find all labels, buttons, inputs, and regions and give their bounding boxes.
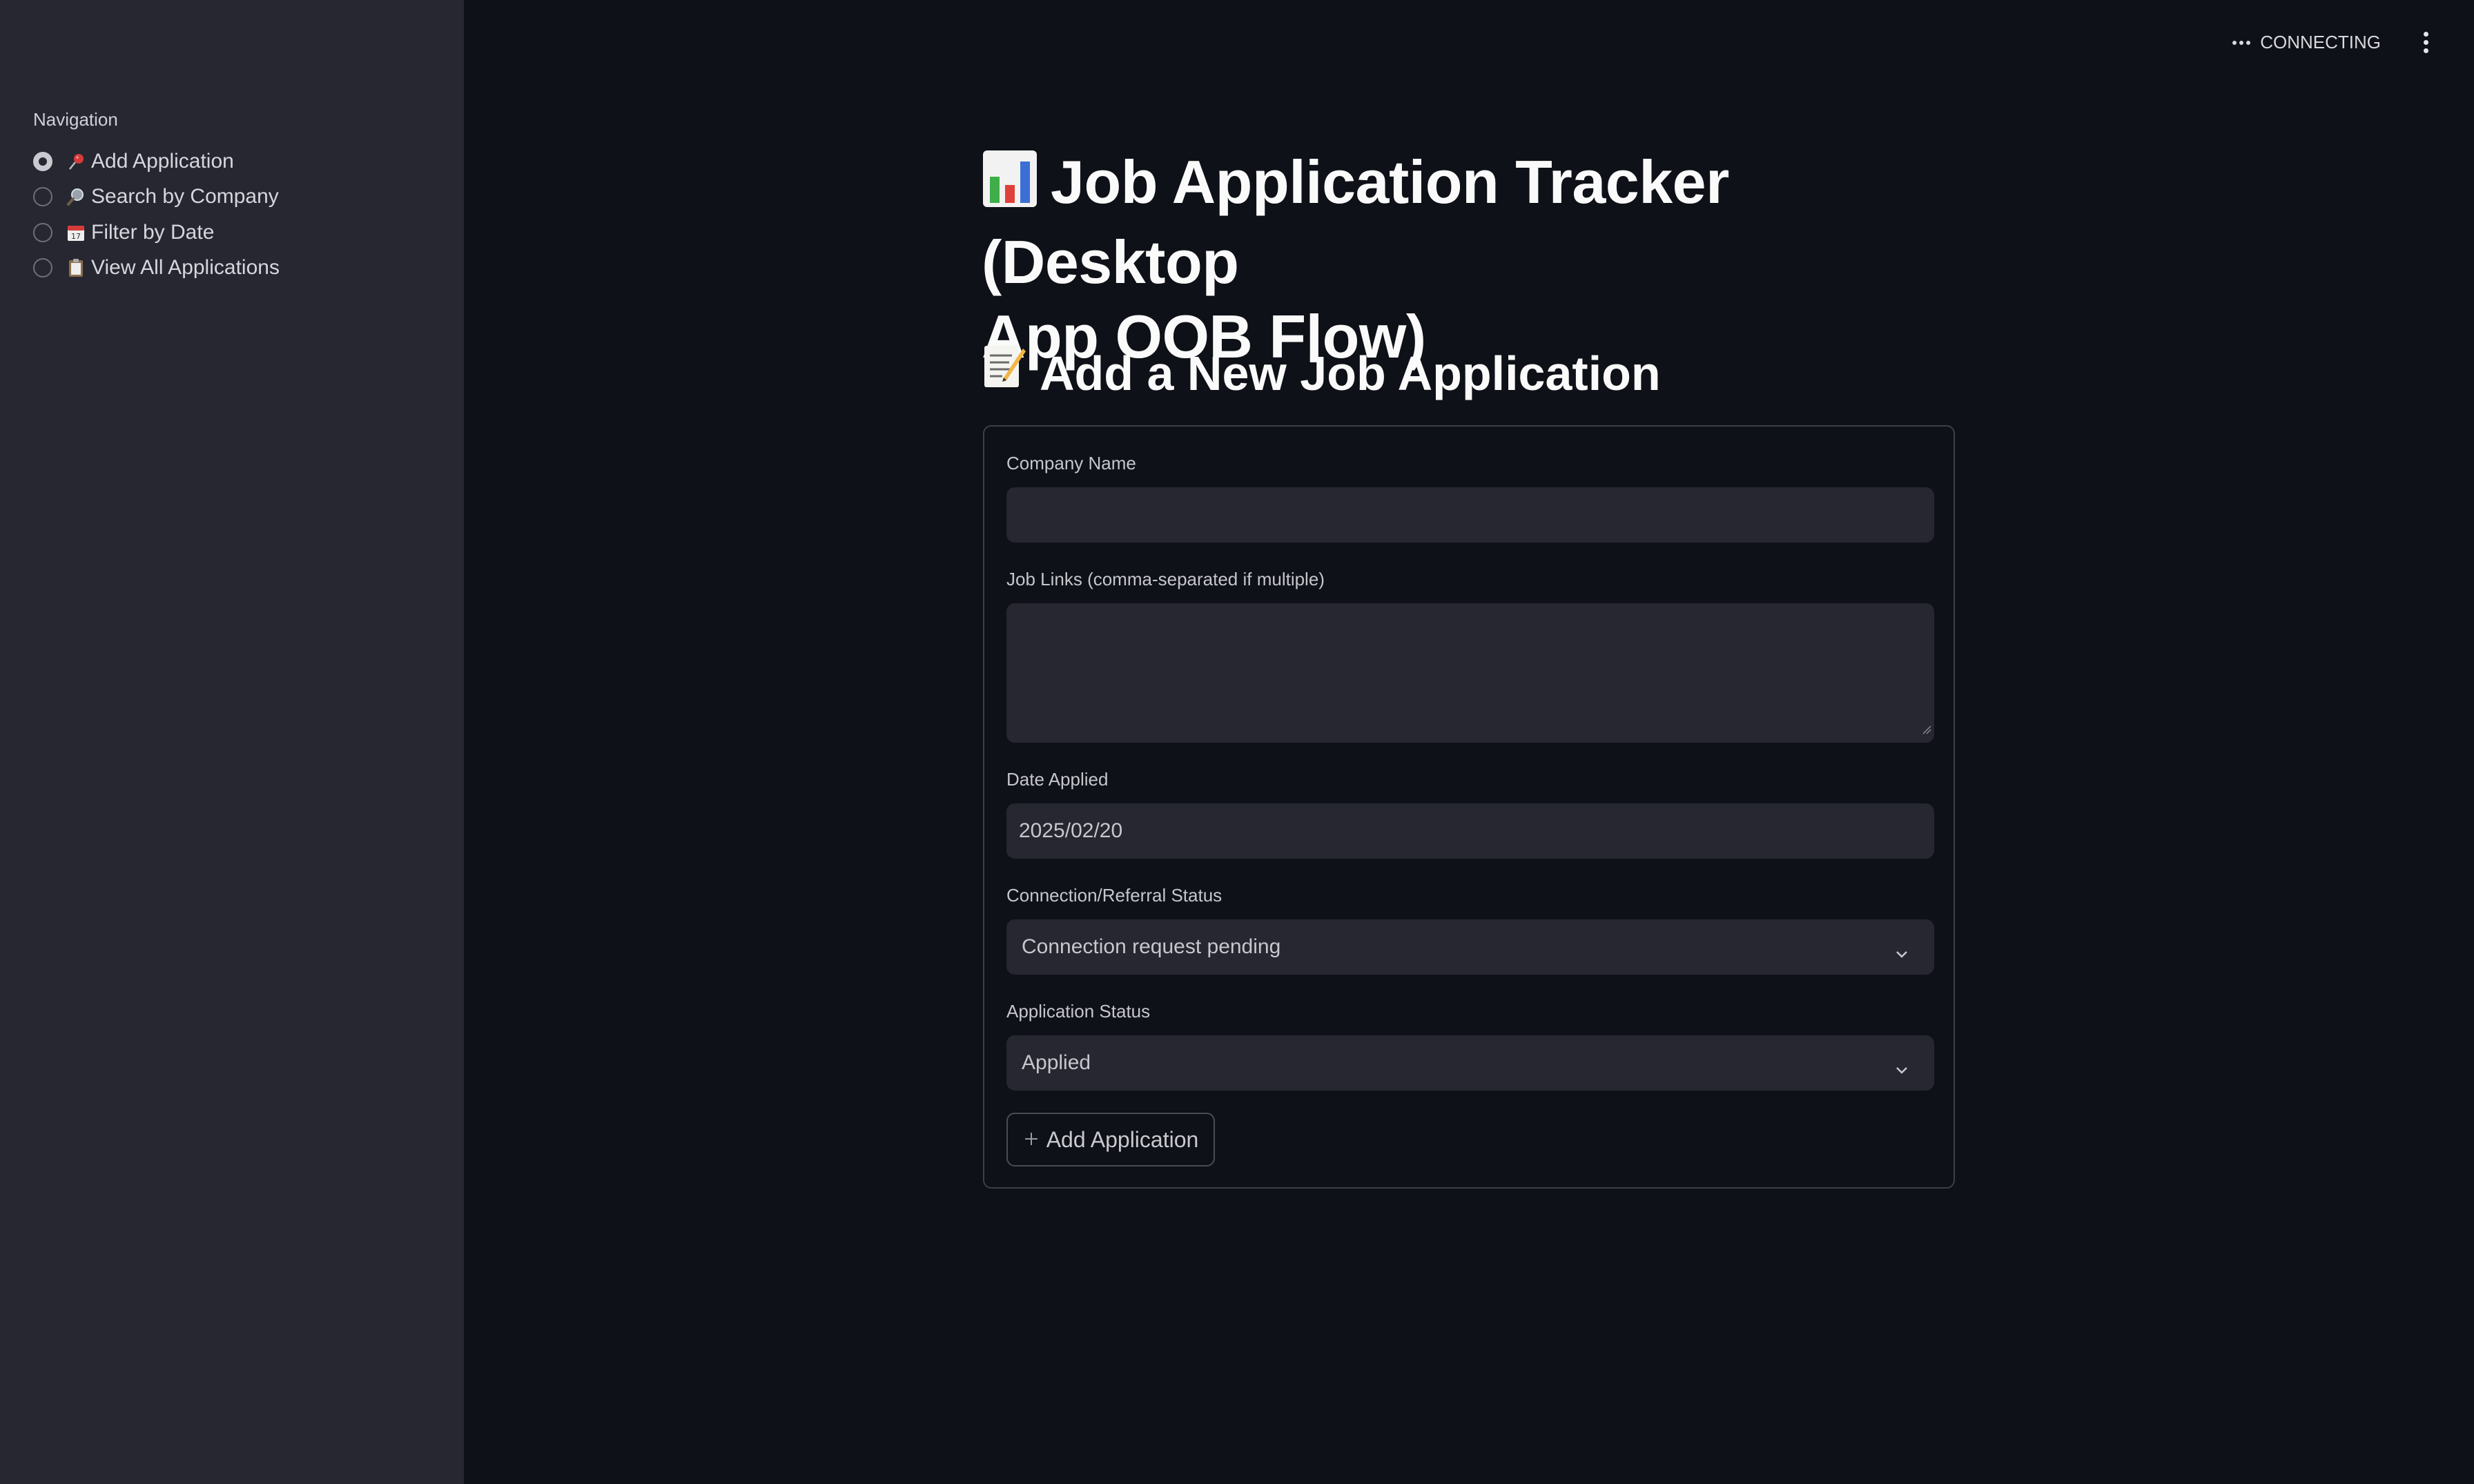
job-links-textarea[interactable]	[1006, 603, 1934, 743]
radio-button[interactable]	[33, 222, 52, 242]
title-line-1: Job Application Tracker (Desktop	[982, 148, 1729, 296]
calendar-icon: 17	[64, 222, 88, 244]
connection-status: CONNECTING	[2232, 32, 2381, 53]
bar-chart-icon	[982, 149, 1038, 225]
add-application-button[interactable]: Add Application	[1006, 1113, 1215, 1166]
section-title-text: Add a New Job Application	[1040, 346, 1661, 400]
nav-item-label: Filter by Date	[91, 220, 215, 244]
date-applied-input[interactable]: 2025/02/20	[1006, 803, 1934, 859]
plus-icon	[1023, 1127, 1040, 1153]
connection-status-text: CONNECTING	[2260, 32, 2381, 52]
section-title: Add a New Job Application	[982, 342, 1661, 404]
svg-text:17: 17	[71, 232, 81, 241]
radio-button[interactable]	[33, 258, 52, 278]
job-links-label: Job Links (comma-separated if multiple)	[1006, 569, 1325, 589]
main-content: Job Application Tracker (Desktop App OOB…	[982, 145, 1955, 400]
application-status-select[interactable]: Applied	[1006, 1035, 1934, 1091]
connection-status-value: Connection request pending	[1022, 935, 1281, 958]
nav-item-view-all-applications[interactable]: View All Applications	[33, 251, 280, 286]
main-menu-button[interactable]	[2419, 28, 2433, 57]
pushpin-icon	[64, 150, 88, 173]
add-application-button-label: Add Application	[1046, 1126, 1199, 1152]
top-toolbar: CONNECTING	[2232, 28, 2433, 57]
nav-radio-group: Add Application Search by Company 17 Fil…	[33, 144, 280, 286]
chevron-down-icon	[1894, 941, 1909, 965]
nav-item-search-by-company[interactable]: Search by Company	[33, 179, 280, 215]
add-application-form: Company Name Job Links (comma-separated …	[983, 425, 1955, 1189]
connection-status-label: Connection/Referral Status	[1006, 885, 1223, 906]
nav-item-filter-by-date[interactable]: 17 Filter by Date	[33, 215, 280, 251]
nav-item-label: Search by Company	[91, 185, 279, 208]
resize-handle-icon[interactable]	[1922, 716, 1931, 740]
sidebar: Navigation Add Application Search by Com…	[0, 0, 464, 1484]
application-status-value: Applied	[1022, 1051, 1091, 1074]
memo-icon	[982, 342, 1027, 404]
ellipsis-icon	[2232, 40, 2251, 45]
magnifier-icon	[64, 186, 88, 208]
date-applied-label: Date Applied	[1006, 769, 1109, 790]
chevron-down-icon	[1894, 1057, 1909, 1081]
connection-status-select[interactable]: Connection request pending	[1006, 919, 1934, 975]
radio-button[interactable]	[33, 187, 52, 207]
company-name-label: Company Name	[1006, 453, 1136, 473]
nav-heading: Navigation	[33, 109, 118, 130]
nav-item-label: Add Application	[91, 149, 234, 173]
page-title: Job Application Tracker (Desktop App OOB…	[982, 145, 1955, 374]
nav-item-add-application[interactable]: Add Application	[33, 144, 280, 179]
company-name-input[interactable]	[1006, 487, 1934, 543]
application-status-label: Application Status	[1006, 1001, 1151, 1022]
radio-button[interactable]	[33, 151, 52, 171]
clipboard-icon	[64, 257, 88, 279]
nav-item-label: View All Applications	[91, 256, 280, 280]
